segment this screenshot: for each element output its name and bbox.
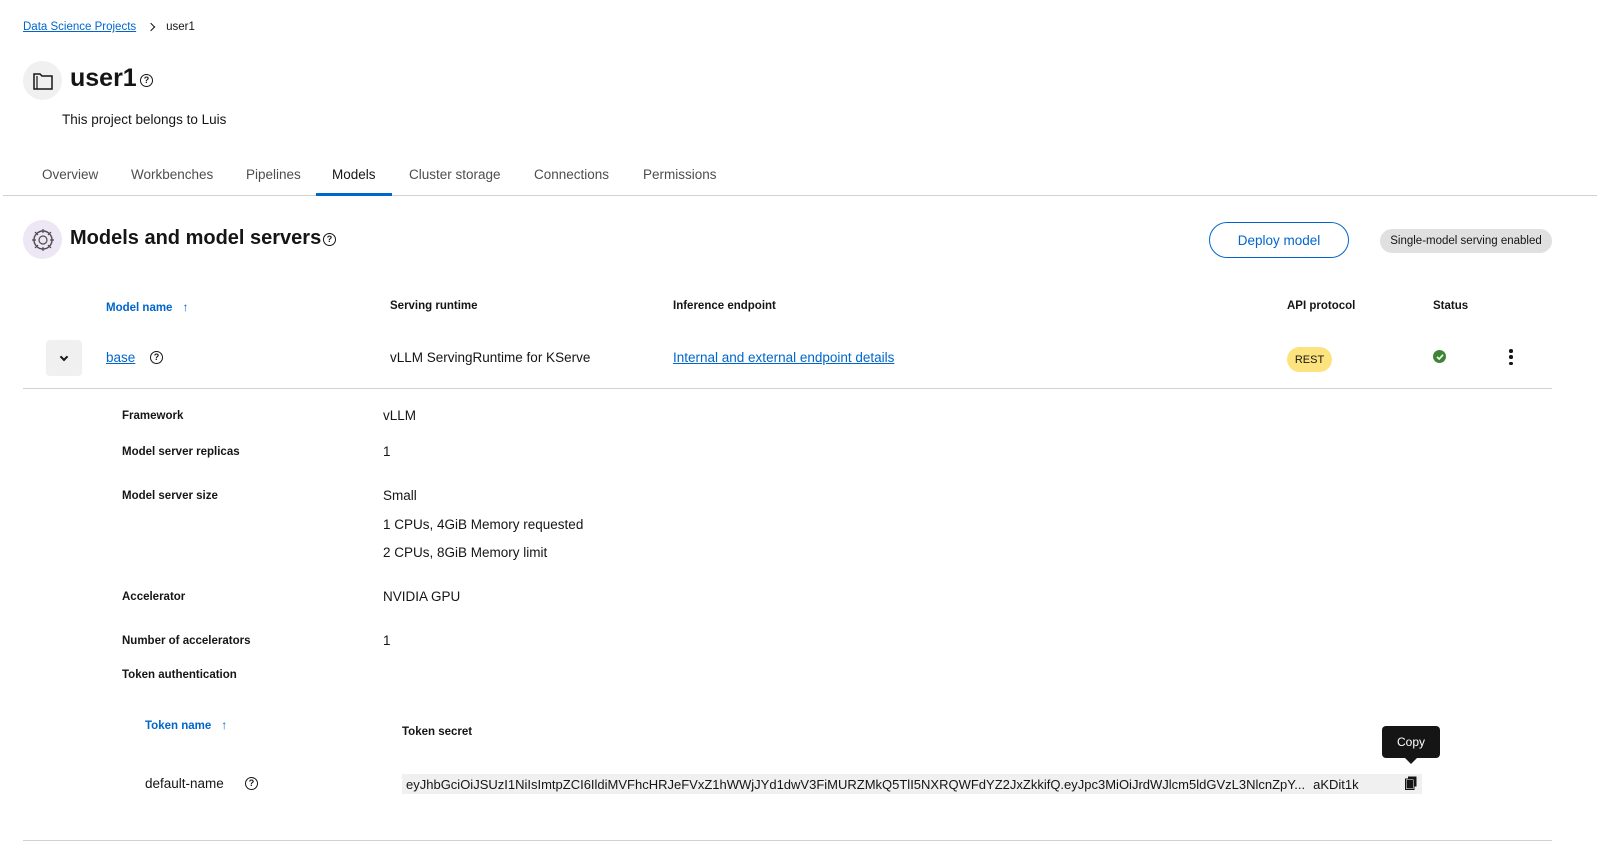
num-accelerators-value: 1 <box>383 633 391 648</box>
tab-permissions[interactable]: Permissions <box>643 161 723 196</box>
divider <box>23 840 1552 841</box>
tab-cluster-storage[interactable]: Cluster storage <box>409 161 509 196</box>
chevron-right-icon <box>146 22 156 32</box>
expand-row-toggle[interactable] <box>46 340 82 376</box>
check-circle-icon <box>1433 350 1446 363</box>
token-secret-end: aKDit1k <box>1313 776 1359 792</box>
sort-ascending-icon: ↑ <box>221 718 228 732</box>
sort-ascending-icon: ↑ <box>182 300 189 314</box>
help-icon[interactable]: ? <box>245 777 258 790</box>
column-header-token-name[interactable]: Token name ↑ <box>145 718 227 732</box>
section-title: Models and model servers <box>70 227 322 249</box>
tab-pipelines[interactable]: Pipelines <box>246 161 306 196</box>
token-secret-field[interactable]: eyJhbGciOiJSUzI1NiIsImtpZCI6IldiMVFhcHRJ… <box>402 774 1422 794</box>
tab-overview[interactable]: Overview <box>42 161 102 196</box>
server-size-label: Model server size <box>122 490 218 502</box>
api-protocol-badge: REST <box>1287 347 1332 372</box>
server-size-name: Small <box>383 488 417 503</box>
column-header-status: Status <box>1433 300 1469 312</box>
framework-value: vLLM <box>383 408 417 423</box>
model-name-link[interactable]: base <box>106 350 135 365</box>
token-secret-start: eyJhbGciOiJSUzI1NiIsImtpZCI6IldiMVFhcHRJ… <box>406 776 1306 792</box>
tooltip-arrow <box>1404 757 1418 764</box>
tab-workbenches[interactable]: Workbenches <box>131 161 221 196</box>
help-icon[interactable]: ? <box>323 233 336 246</box>
deploy-model-button[interactable]: Deploy model <box>1209 222 1349 258</box>
copy-tooltip: Copy <box>1382 726 1440 758</box>
brain-icon <box>23 220 62 259</box>
help-icon[interactable]: ? <box>140 74 153 87</box>
divider <box>23 388 1552 389</box>
accelerator-value: NVIDIA GPU <box>383 589 461 604</box>
column-header-inference-endpoint: Inference endpoint <box>673 300 776 312</box>
serving-runtime-value: vLLM ServingRuntime for KServe <box>390 350 591 365</box>
replicas-value: 1 <box>383 444 391 459</box>
chevron-down-icon <box>59 352 69 361</box>
tab-bar: Overview Workbenches Pipelines Models Cl… <box>3 161 1597 196</box>
server-size-requested: 1 CPUs, 4GiB Memory requested <box>383 517 584 532</box>
breadcrumb-current: user1 <box>166 21 195 33</box>
copy-icon[interactable] <box>1405 776 1417 790</box>
column-header-serving-runtime: Serving runtime <box>390 300 478 312</box>
column-header-api-protocol: API protocol <box>1287 300 1356 312</box>
token-name-value: default-name <box>145 776 224 791</box>
replicas-label: Model server replicas <box>122 446 240 458</box>
kebab-icon[interactable] <box>1504 349 1518 365</box>
breadcrumb: Data Science Projects user1 <box>23 21 195 33</box>
tab-connections[interactable]: Connections <box>534 161 614 196</box>
serving-mode-badge: Single-model serving enabled <box>1380 229 1552 253</box>
framework-label: Framework <box>122 410 184 422</box>
project-description: This project belongs to Luis <box>62 112 227 127</box>
breadcrumb-link-projects[interactable]: Data Science Projects <box>23 21 136 33</box>
help-icon[interactable]: ? <box>150 351 163 364</box>
num-accelerators-label: Number of accelerators <box>122 635 251 647</box>
server-size-limit: 2 CPUs, 8GiB Memory limit <box>383 545 548 560</box>
tab-models[interactable]: Models <box>316 161 392 196</box>
accelerator-label: Accelerator <box>122 591 186 603</box>
inference-endpoint-link[interactable]: Internal and external endpoint details <box>673 350 894 365</box>
column-header-token-secret: Token secret <box>402 726 473 738</box>
token-auth-label: Token authentication <box>122 669 237 681</box>
folder-icon <box>23 61 62 100</box>
page-title: user1 <box>70 64 137 92</box>
column-header-model-name[interactable]: Model name ↑ <box>106 300 188 314</box>
